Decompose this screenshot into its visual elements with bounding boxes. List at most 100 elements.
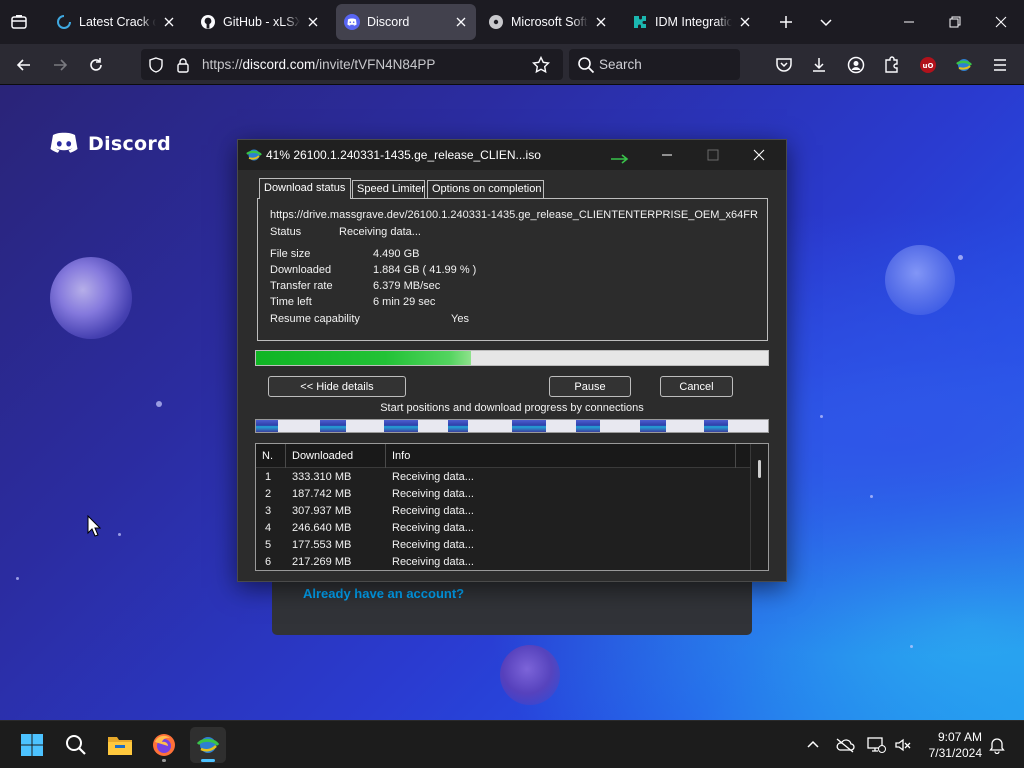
- connection-segment: [320, 420, 346, 432]
- network-icon: [867, 737, 886, 753]
- table-row[interactable]: 3 307.937 MB Receiving data...: [256, 503, 750, 520]
- resume-capability-value: Yes: [451, 313, 469, 325]
- app-menu-button[interactable]: [988, 53, 1012, 77]
- url-text: https://discord.com/invite/tVFN4N84PP: [202, 57, 435, 72]
- tab-title: Latest Crack or Patch: [79, 15, 156, 29]
- windows-start-icon: [21, 734, 43, 756]
- idm-minimize-button[interactable]: [644, 140, 690, 170]
- file-explorer-button[interactable]: [102, 727, 138, 763]
- idm-extension-button[interactable]: [952, 53, 976, 77]
- forward-button[interactable]: [47, 52, 73, 78]
- decorative-planet: [885, 245, 955, 315]
- table-row[interactable]: 5 177.553 MB Receiving data...: [256, 537, 750, 554]
- downloaded-label: Downloaded: [270, 264, 332, 276]
- close-window-button[interactable]: [978, 0, 1024, 44]
- close-tab-icon[interactable]: [306, 15, 320, 29]
- firefox-taskbar-button[interactable]: [146, 727, 182, 763]
- tab-discord[interactable]: Discord: [336, 4, 476, 40]
- decorative-star: [870, 495, 873, 498]
- notifications-button[interactable]: [987, 735, 1007, 755]
- volume-tray-button[interactable]: [893, 735, 913, 755]
- search-icon: [578, 57, 595, 74]
- system-clock[interactable]: 9:07 AM 7/31/2024: [912, 729, 982, 761]
- tab-speed-limiter[interactable]: Speed Limiter: [352, 180, 425, 198]
- shield-icon[interactable]: [147, 56, 165, 74]
- lock-icon[interactable]: [174, 56, 192, 74]
- onedrive-tray-button[interactable]: [835, 735, 855, 755]
- row-info: Receiving data...: [392, 505, 474, 517]
- minimize-icon: [662, 154, 672, 156]
- already-have-account-link[interactable]: Already have an account?: [303, 586, 464, 601]
- tab-title: IDM Integration: [655, 15, 732, 29]
- minimize-window-button[interactable]: [886, 0, 932, 44]
- tab-latest-crack[interactable]: Latest Crack or Patch: [48, 4, 184, 40]
- firefox-view-button[interactable]: [8, 11, 30, 33]
- connection-segment: [256, 420, 278, 432]
- chevron-down-icon: [820, 19, 832, 27]
- downloads-button[interactable]: [807, 53, 831, 77]
- start-button[interactable]: [14, 727, 50, 763]
- row-downloaded: 187.742 MB: [292, 488, 352, 500]
- tab-github[interactable]: GitHub - xLSX28: [192, 4, 328, 40]
- connections-caption: Start positions and download progress by…: [380, 402, 644, 414]
- restore-window-button[interactable]: [932, 0, 978, 44]
- network-tray-button[interactable]: [866, 735, 886, 755]
- show-hidden-icons-button[interactable]: [803, 735, 823, 755]
- cancel-button[interactable]: Cancel: [660, 376, 733, 397]
- tab-options-on-completion[interactable]: Options on completion: [427, 180, 544, 198]
- idm-close-button[interactable]: [736, 140, 782, 170]
- resume-capability-label: Resume capability: [270, 313, 360, 325]
- search-placeholder: Search: [599, 57, 642, 72]
- taskbar-search-button[interactable]: [58, 727, 94, 763]
- puzzle-icon: [885, 56, 898, 73]
- list-all-tabs-button[interactable]: [815, 11, 837, 33]
- file-explorer-icon: [108, 737, 132, 755]
- running-indicator: [162, 759, 166, 762]
- active-app-indicator: [201, 759, 215, 762]
- back-button[interactable]: [11, 52, 37, 78]
- table-row[interactable]: 4 246.640 MB Receiving data...: [256, 520, 750, 537]
- idm-titlebar[interactable]: 41% 26100.1.240331-1435.ge_release_CLIEN…: [238, 140, 786, 170]
- connection-segment: [704, 420, 728, 432]
- tab-idm-integration[interactable]: IDM Integration: [624, 4, 760, 40]
- discord-wordmark: Discord: [88, 133, 171, 155]
- table-row[interactable]: 2 187.742 MB Receiving data...: [256, 486, 750, 503]
- hide-details-button[interactable]: << Hide details: [268, 376, 406, 397]
- decorative-star: [118, 533, 121, 536]
- reload-button[interactable]: [83, 52, 109, 78]
- table-row[interactable]: 6 217.269 MB Receiving data...: [256, 554, 750, 570]
- close-icon: [753, 149, 765, 161]
- column-header-number[interactable]: N.: [256, 444, 286, 468]
- new-tab-button[interactable]: [775, 11, 797, 33]
- idm-taskbar-button[interactable]: [190, 727, 226, 763]
- tab-download-status[interactable]: Download status: [259, 178, 351, 199]
- close-tab-icon[interactable]: [594, 15, 608, 29]
- windows-taskbar: 9:07 AM 7/31/2024: [0, 720, 1024, 768]
- row-downloaded: 307.937 MB: [292, 505, 352, 517]
- scrollbar-thumb[interactable]: [758, 460, 761, 478]
- decorative-star: [16, 577, 19, 580]
- ublock-extension-button[interactable]: uO: [916, 53, 940, 77]
- column-header-downloaded[interactable]: Downloaded: [286, 444, 386, 468]
- table-row[interactable]: 1 333.310 MB Receiving data...: [256, 469, 750, 486]
- connections-scrollbar[interactable]: [750, 444, 768, 570]
- connection-segment: [512, 420, 546, 432]
- arrow-right-icon: [54, 59, 68, 71]
- row-info: Receiving data...: [392, 556, 474, 568]
- bookmark-star-icon[interactable]: [532, 56, 550, 74]
- search-input[interactable]: Search: [569, 49, 740, 80]
- tab-microsoft-software[interactable]: Microsoft Software: [480, 4, 616, 40]
- pocket-button[interactable]: [772, 53, 796, 77]
- pause-button[interactable]: Pause: [549, 376, 631, 397]
- extensions-button[interactable]: [880, 53, 904, 77]
- close-tab-icon[interactable]: [454, 15, 468, 29]
- discord-logo[interactable]: Discord: [48, 132, 171, 156]
- url-scheme: https://: [202, 57, 243, 72]
- address-bar[interactable]: https://discord.com/invite/tVFN4N84PP: [141, 49, 563, 80]
- column-header-info[interactable]: Info: [386, 444, 736, 468]
- row-number: 4: [265, 522, 272, 534]
- maximize-icon: [707, 149, 719, 161]
- close-tab-icon[interactable]: [162, 15, 176, 29]
- account-button[interactable]: [844, 53, 868, 77]
- close-tab-icon[interactable]: [738, 15, 752, 29]
